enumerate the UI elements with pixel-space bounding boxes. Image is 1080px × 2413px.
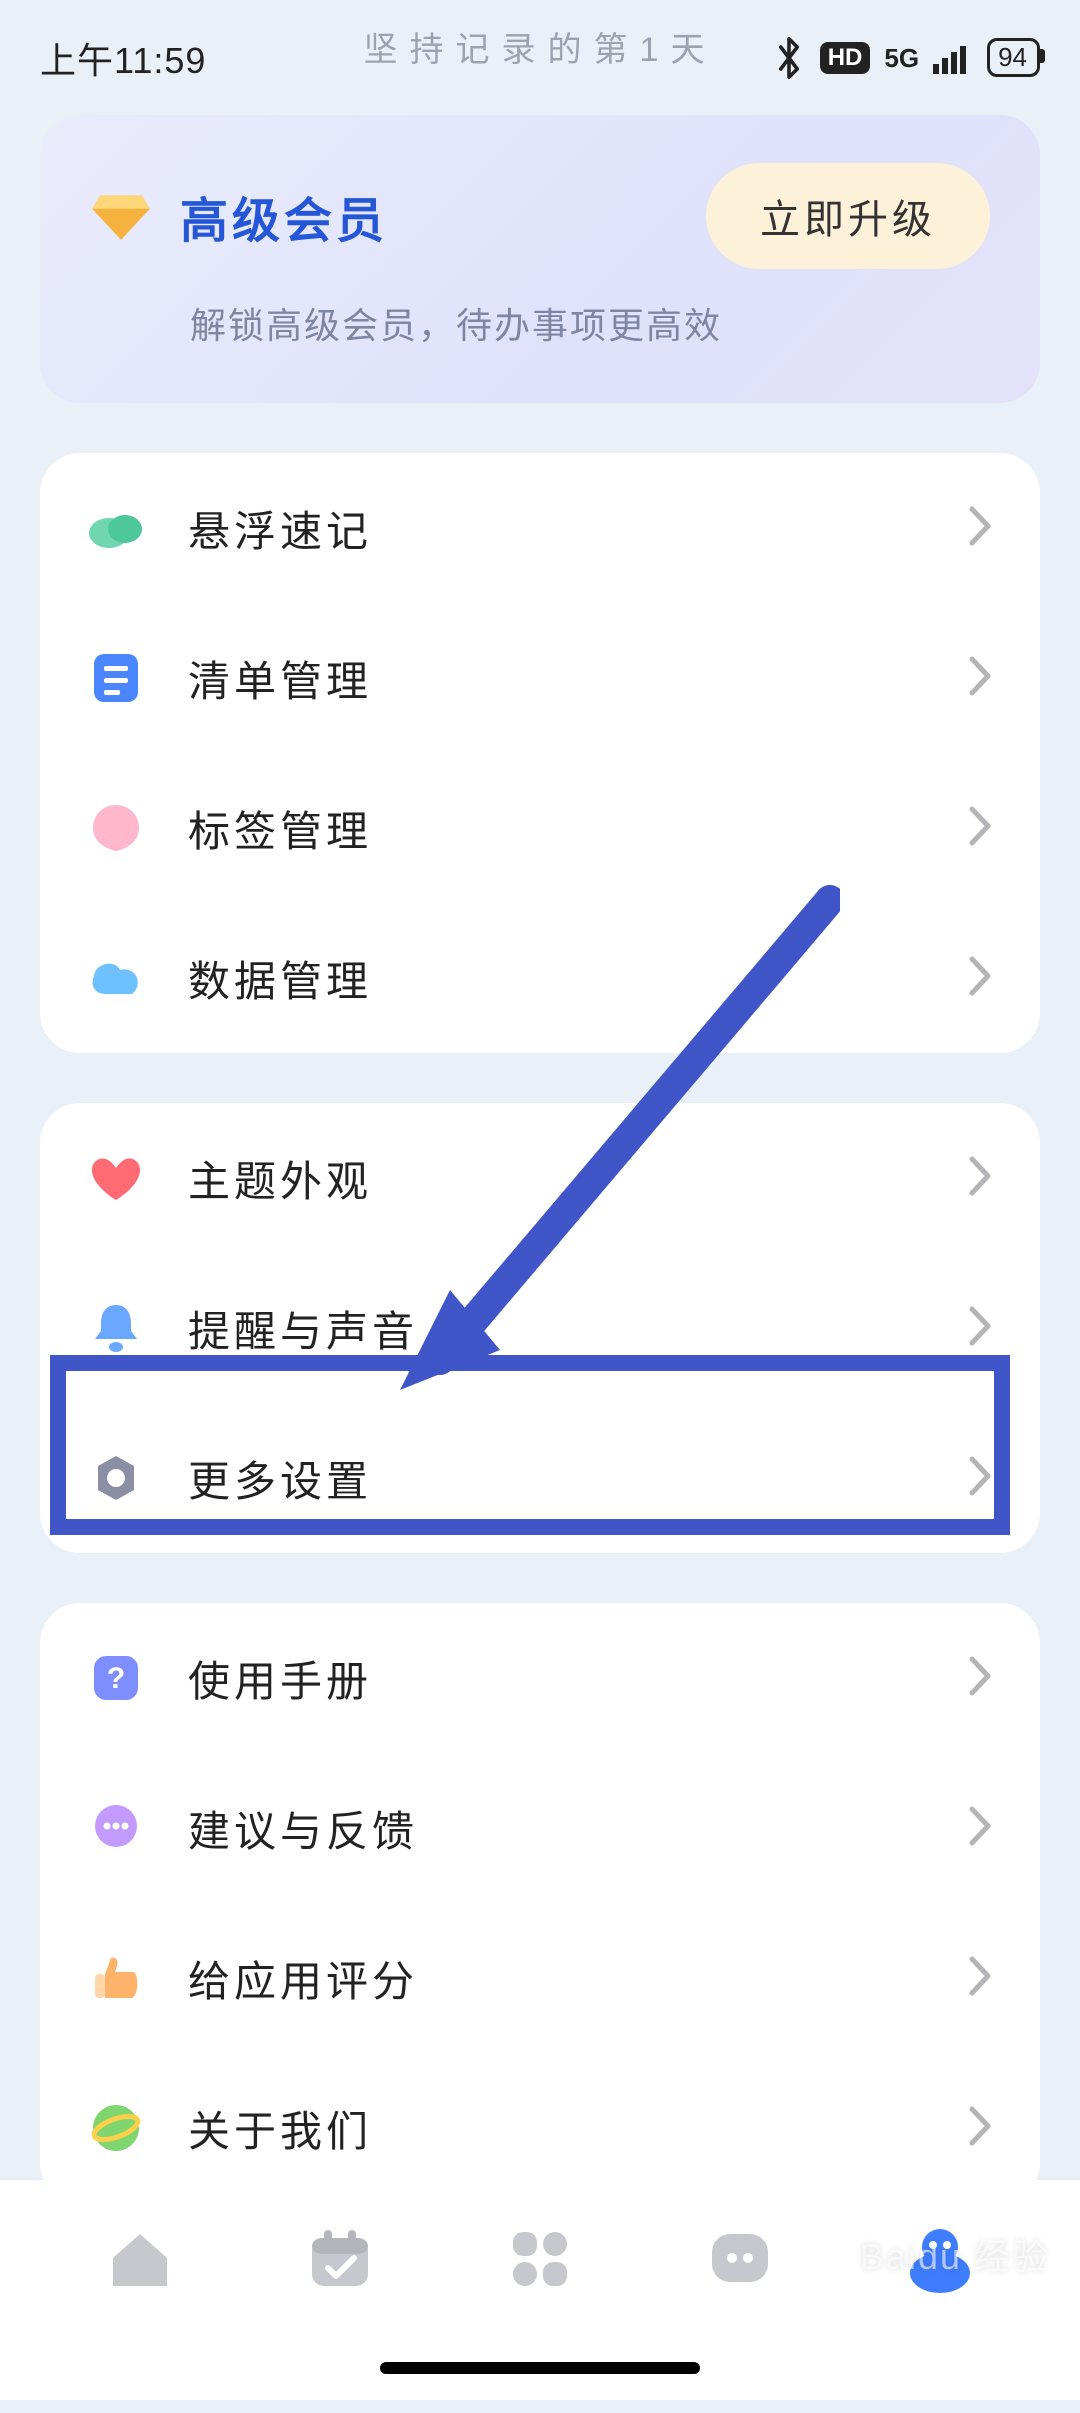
tag-pink-icon	[86, 798, 146, 858]
row-label: 清单管理	[188, 648, 926, 709]
row-label: 数据管理	[188, 948, 926, 1009]
heart-red-icon	[86, 1148, 146, 1208]
thumb-orange-icon	[86, 1948, 146, 2008]
chevron-right-icon	[968, 1655, 994, 1702]
nav-grid[interactable]	[495, 2214, 585, 2304]
nav-chat[interactable]	[695, 2214, 785, 2304]
row-reminder-sound[interactable]: 提醒与声音	[40, 1253, 1040, 1403]
row-theme[interactable]: 主题外观	[40, 1103, 1040, 1253]
watermark: Baidu 经验	[860, 2228, 1050, 2280]
status-time: 上午11:59	[40, 32, 206, 84]
settings-group-2: 主题外观 提醒与声音 更多设置	[40, 1103, 1040, 1553]
settings-group-1: 悬浮速记 清单管理 标签管理	[40, 453, 1040, 1053]
cloud-green-icon	[86, 498, 146, 558]
network-5g-icon: 5G	[884, 45, 919, 71]
chevron-right-icon	[968, 955, 994, 1002]
battery-icon: 94	[987, 38, 1040, 77]
chevron-right-icon	[968, 2105, 994, 2152]
row-list-management[interactable]: 清单管理	[40, 603, 1040, 753]
chevron-right-icon	[968, 1455, 994, 1502]
row-label: 使用手册	[188, 1648, 926, 1709]
row-floating-note[interactable]: 悬浮速记	[40, 453, 1040, 603]
cloud-blue-icon	[86, 948, 146, 1008]
row-label: 标签管理	[188, 798, 926, 859]
premium-title: 高级会员	[180, 181, 388, 251]
status-bar: 上午11:59 坚持记录的第1天 HD 5G 94	[0, 0, 1080, 115]
row-label: 悬浮速记	[188, 498, 926, 559]
status-tagline: 坚持记录的第1天	[364, 22, 717, 71]
chevron-right-icon	[968, 1305, 994, 1352]
bluetooth-icon	[772, 36, 806, 80]
chat-purple-icon	[86, 1798, 146, 1858]
chevron-right-icon	[968, 655, 994, 702]
row-feedback[interactable]: 建议与反馈	[40, 1753, 1040, 1903]
row-label: 提醒与声音	[188, 1298, 926, 1359]
gear-gray-icon	[86, 1448, 146, 1508]
row-rate-app[interactable]: 给应用评分	[40, 1903, 1040, 2053]
upgrade-button[interactable]: 立即升级	[706, 163, 990, 269]
row-data-management[interactable]: 数据管理	[40, 903, 1040, 1053]
settings-group-3: ? 使用手册 建议与反馈 给应用评分	[40, 1603, 1040, 2203]
row-more-settings[interactable]: 更多设置	[40, 1403, 1040, 1553]
diamond-icon	[90, 190, 152, 242]
chevron-right-icon	[968, 805, 994, 852]
status-right: HD 5G 94	[772, 36, 1040, 80]
premium-card[interactable]: 高级会员 立即升级 解锁高级会员，待办事项更高效	[40, 115, 1040, 403]
bell-blue-icon	[86, 1298, 146, 1358]
row-label: 建议与反馈	[188, 1798, 926, 1859]
row-label: 关于我们	[188, 2098, 926, 2159]
row-label: 主题外观	[188, 1148, 926, 1209]
row-label: 更多设置	[188, 1448, 926, 1509]
nav-calendar[interactable]	[295, 2214, 385, 2304]
premium-subtitle: 解锁高级会员，待办事项更高效	[90, 297, 990, 349]
signal-icon	[933, 42, 973, 74]
chevron-right-icon	[968, 1955, 994, 2002]
row-manual[interactable]: ? 使用手册	[40, 1603, 1040, 1753]
row-tag-management[interactable]: 标签管理	[40, 753, 1040, 903]
globe-green-icon	[86, 2098, 146, 2158]
svg-text:?: ?	[107, 1662, 125, 1695]
chevron-right-icon	[968, 505, 994, 552]
row-label: 给应用评分	[188, 1948, 926, 2009]
content-scroll[interactable]: 高级会员 立即升级 解锁高级会员，待办事项更高效 悬浮速记 清单管理	[0, 115, 1080, 2413]
chevron-right-icon	[968, 1805, 994, 1852]
bottom-nav	[0, 2180, 1080, 2400]
chevron-right-icon	[968, 1155, 994, 1202]
list-blue-icon	[86, 648, 146, 708]
nav-home[interactable]	[95, 2214, 185, 2304]
hd-badge-icon: HD	[820, 42, 871, 74]
help-blue-icon: ?	[86, 1648, 146, 1708]
home-indicator[interactable]	[380, 2362, 700, 2374]
